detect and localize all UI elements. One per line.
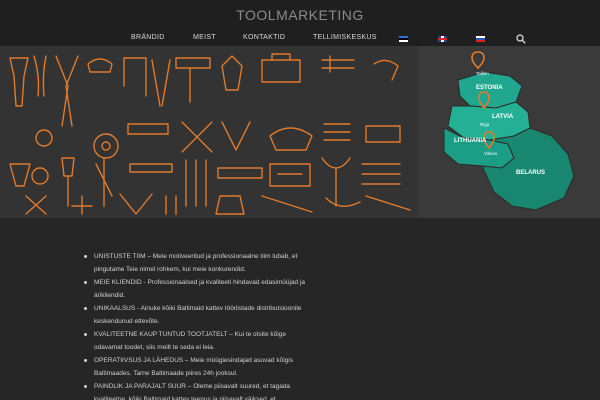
flag-estonia-icon[interactable] — [399, 36, 408, 42]
search-icon[interactable] — [516, 34, 526, 44]
country-label-latvia: LATVIA — [492, 114, 514, 120]
nav-item-tellimiskeskus[interactable]: TELLIMISKESKUS — [313, 34, 377, 41]
nav-item-brandid[interactable]: BRÄNDID — [131, 34, 165, 41]
nav-item-meist[interactable]: MEIST — [193, 34, 216, 41]
country-label-belarus: BELARUS — [516, 170, 546, 176]
country-label-estonia: ESTONIA — [476, 85, 503, 91]
list-item: MEIE KLIENDID - Professionaalsed ja kval… — [80, 276, 310, 302]
baltic-map-graphic — [443, 51, 575, 211]
flag-united-kingdom-icon[interactable] — [438, 36, 447, 42]
main-nav: BRÄNDID MEIST KONTAKTID TELLIMISKESKUS — [0, 34, 600, 46]
site-title[interactable]: TOOLMARKETING — [0, 7, 600, 23]
list-item: KVALITEETNE KAUP TUNTUD TOOTJATELT – Kui… — [80, 328, 310, 354]
nav-item-kontaktid[interactable]: KONTAKTID — [243, 34, 285, 41]
features-list: UNISTUSTE TIIM – Meie motiveeritud ja pr… — [80, 250, 310, 400]
list-item: UNIKAALSUS - Ainuke kõiki Baltimaid katt… — [80, 302, 310, 328]
city-label-tallinn: Tallinn — [476, 71, 489, 76]
list-item: PAINDLIK JA PARAJALT SUUR – Oleme piisav… — [80, 380, 310, 400]
city-label-vilnius: Vilnius — [484, 151, 498, 156]
flag-russia-icon[interactable] — [476, 36, 485, 42]
list-item: UNISTUSTE TIIM – Meie motiveeritud ja pr… — [80, 250, 310, 276]
country-label-lithuania: LITHUANIA — [454, 138, 487, 144]
baltic-map: Tallinn ESTONIA LATVIA Riga LITHUANIA Vi… — [418, 46, 600, 218]
site-header: TOOLMARKETING BRÄNDID MEIST KONTAKTID TE… — [0, 0, 600, 46]
list-item: OPERATIIVSUS JA LÄHEDUS – Meie müügiesin… — [80, 354, 310, 380]
tools-illustration — [9, 53, 411, 215]
city-label-riga: Riga — [480, 122, 490, 127]
hero-banner: Tallinn ESTONIA LATVIA Riga LITHUANIA Vi… — [0, 46, 600, 218]
